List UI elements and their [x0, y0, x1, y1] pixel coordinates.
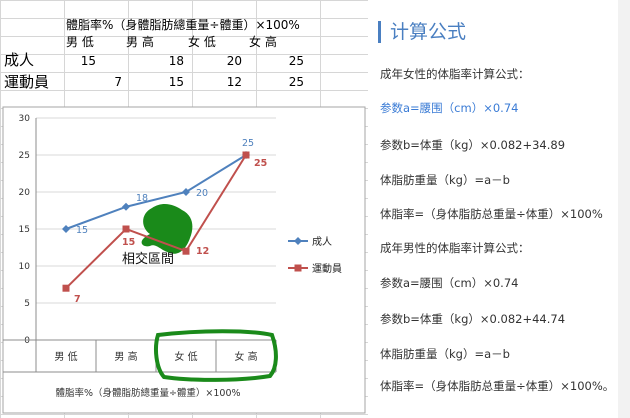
- formula-line: 体脂肪重量（kg）=a－b: [380, 347, 510, 361]
- formula-line: 参数a=腰围（cm）×0.74: [380, 101, 519, 115]
- chart-area: [2, 106, 366, 414]
- data-label: 12: [196, 246, 209, 257]
- row-label-athlete[interactable]: 運動員: [4, 72, 49, 92]
- formula-line: 成年女性的体脂率计算公式：: [380, 67, 530, 81]
- x-tick-label: 女 低: [174, 350, 197, 363]
- formula-line: 体脂率=（身体脂肪总重量÷体重）×100%: [380, 207, 603, 221]
- cell-adult-male-low[interactable]: 15: [40, 52, 96, 70]
- data-label: 15: [76, 225, 88, 236]
- line-chart[interactable]: 0 5 10 15 20 25 30 男 低 男 高 女 低 女 高體脂率%（身體脂肪總重量÷體重）…: [0, 106, 368, 418]
- data-point: [242, 151, 250, 159]
- col-header-male-high[interactable]: 男 高: [126, 33, 154, 51]
- y-tick-label: 0: [24, 336, 30, 346]
- cell-athlete-male-high[interactable]: 15: [128, 73, 184, 91]
- y-tick-label: 15: [19, 225, 30, 235]
- formula-line: 成年男性的体脂率计算公式：: [380, 241, 530, 255]
- col-header-female-low[interactable]: 女 低: [188, 33, 216, 51]
- cell-athlete-female-low[interactable]: 12: [186, 73, 242, 91]
- data-label: 18: [136, 193, 148, 204]
- data-point: [182, 247, 190, 255]
- y-tick-label: 30: [19, 114, 31, 124]
- x-axis-label: 體脂率%（身體脂肪總重量÷體重）×100%: [55, 387, 240, 399]
- cell-athlete-male-low[interactable]: 7: [66, 73, 122, 91]
- col-header-male-low[interactable]: 男 低: [66, 33, 94, 51]
- title-accent-bar: [378, 21, 381, 43]
- legend-label: 運動員: [312, 262, 342, 275]
- cell-adult-female-high[interactable]: 25: [248, 52, 304, 70]
- data-label: 25: [254, 158, 267, 169]
- x-tick-label: 男 低: [54, 350, 77, 363]
- formula-line: 参数b=体重（kg）×0.082+44.74: [380, 312, 566, 326]
- formula-line: 参数b=体重（kg）×0.082+34.89: [380, 138, 566, 152]
- data-label: 7: [74, 294, 81, 305]
- y-tick-label: 25: [19, 151, 30, 161]
- legend-label: 成人: [312, 236, 332, 248]
- formula-panel: 计算公式 成年女性的体脂率计算公式： 参数a=腰围（cm）×0.74 参数b=体重（…: [368, 0, 630, 418]
- formula-line: 体脂率=（身体脂肪总重量÷体重）×100%。: [380, 379, 615, 393]
- y-tick-label: 5: [24, 299, 30, 309]
- panel-title: 计算公式: [390, 21, 467, 43]
- data-point: [122, 225, 130, 233]
- data-label: 15: [122, 237, 135, 248]
- x-tick-label: 男 高: [114, 350, 137, 363]
- cell-adult-female-low[interactable]: 20: [186, 52, 242, 70]
- formula-header[interactable]: 體脂率%（身體脂肪總重量÷體重）×100%: [66, 16, 300, 34]
- data-label: 25: [242, 138, 254, 149]
- formula-line: 参数a=腰围（cm）×0.74: [380, 276, 519, 290]
- page-edge: [618, 0, 630, 418]
- legend-marker: [294, 264, 302, 272]
- formula-line: 体脂肪重量（kg）=a－b: [380, 173, 510, 187]
- row-label-adult[interactable]: 成人: [4, 50, 34, 70]
- data-label: 20: [196, 188, 208, 199]
- data-point: [62, 284, 70, 292]
- x-tick-label: 女 高: [234, 350, 257, 363]
- cell-athlete-female-high[interactable]: 25: [248, 73, 304, 91]
- annotation-intersection: 相交區間: [122, 251, 174, 267]
- y-tick-label: 20: [19, 188, 31, 198]
- cell-adult-male-high[interactable]: 18: [128, 52, 184, 70]
- col-header-female-high[interactable]: 女 高: [249, 33, 277, 51]
- y-tick-label: 10: [19, 262, 31, 272]
